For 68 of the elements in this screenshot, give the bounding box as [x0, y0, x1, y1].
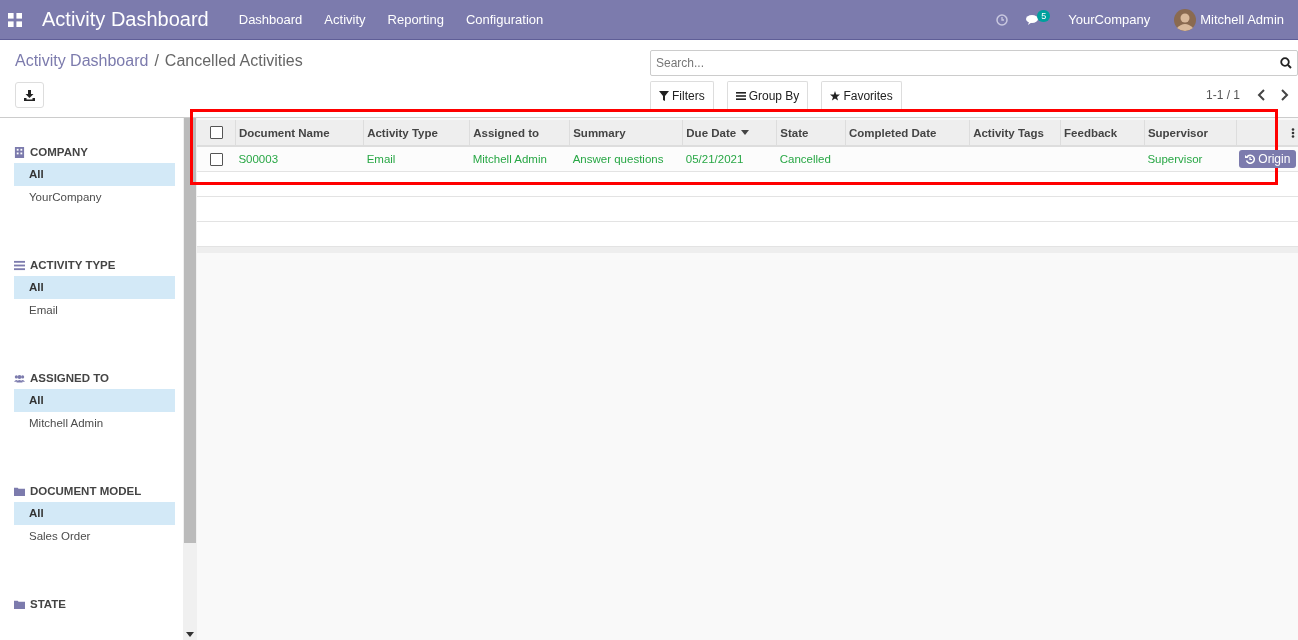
row-checkbox[interactable]	[210, 152, 223, 166]
table-cell: Cancelled	[779, 153, 831, 165]
filter-item[interactable]: All	[14, 502, 175, 525]
scrollbar[interactable]	[183, 118, 197, 640]
filter-item[interactable]: All	[14, 389, 175, 412]
download-icon	[24, 89, 35, 101]
breadcrumb-link[interactable]: Activity Dashboard	[15, 52, 149, 70]
filter-item[interactable]: Sales Order	[14, 525, 175, 548]
column-header[interactable]: Due Date	[682, 120, 777, 146]
column-header[interactable]: Supervisor	[1144, 120, 1237, 146]
search-option-button[interactable]: Group By	[726, 81, 809, 109]
filter-item[interactable]: All	[14, 163, 175, 186]
column-header[interactable]: Completed Date	[845, 120, 970, 146]
filter-item[interactable]: YourCompany	[14, 186, 175, 209]
menu-item[interactable]: Configuration	[465, 12, 544, 27]
breadcrumb-separator: /	[154, 52, 159, 70]
select-all-checkbox[interactable]	[210, 126, 223, 139]
column-header[interactable]: State	[776, 120, 846, 146]
filter-heading: ASSIGNED TO	[30, 372, 110, 384]
building-icon	[14, 146, 25, 158]
filter-item[interactable]: Mitchell Admin	[14, 412, 175, 435]
apps-menu-icon[interactable]	[8, 12, 22, 27]
download-button[interactable]	[15, 82, 44, 108]
sort-caret-icon	[741, 130, 750, 135]
filter-item[interactable]: All	[14, 276, 175, 299]
filter-heading: DOCUMENT MODEL	[30, 485, 142, 497]
column-header[interactable]: Assigned to	[469, 120, 570, 146]
column-header[interactable]: Activity Tags	[969, 120, 1061, 146]
table-cell: Answer questions	[572, 153, 664, 165]
table-cell: S00003	[238, 153, 279, 165]
filter-heading: ACTIVITY TYPE	[30, 259, 116, 271]
search-icon[interactable]	[1280, 57, 1292, 69]
folder-icon	[14, 485, 25, 497]
message-count-badge: 5	[1037, 10, 1051, 22]
chat-icon[interactable]	[1026, 13, 1041, 26]
breadcrumb-current: Cancelled Activities	[164, 52, 303, 70]
app-title: Activity Dashboard	[42, 8, 209, 31]
star-icon	[830, 90, 841, 101]
users-icon	[14, 372, 25, 384]
filter-heading: COMPANY	[30, 146, 88, 158]
menu-item[interactable]: Reporting	[387, 12, 444, 27]
menu-item[interactable]: Dashboard	[238, 12, 303, 27]
folder-icon	[14, 598, 25, 610]
search-option-button[interactable]: Favorites	[821, 81, 902, 109]
column-options-icon[interactable]	[1291, 127, 1295, 138]
table-cell: 05/21/2021	[685, 153, 744, 165]
column-header[interactable]: Summary	[569, 120, 683, 146]
search-option-button[interactable]: Filters	[650, 81, 714, 109]
table-cell: Supervisor	[1147, 153, 1203, 165]
column-header[interactable]: Activity Type	[363, 120, 470, 146]
company-switcher[interactable]: YourCompany	[1068, 12, 1151, 27]
table-cell: Email	[366, 153, 396, 165]
column-header[interactable]: Feedback	[1060, 120, 1145, 146]
filter-icon	[659, 90, 669, 101]
origin-button[interactable]: Origin	[1239, 150, 1297, 168]
scroll-down-arrow-icon[interactable]	[186, 632, 194, 638]
filter-heading: STATE	[30, 598, 66, 610]
pager-value: 1-1 / 1	[1205, 88, 1240, 102]
filter-item[interactable]: Email	[14, 299, 175, 322]
user-menu[interactable]: Mitchell Admin	[1200, 12, 1284, 27]
list-icon	[735, 90, 746, 101]
avatar-icon[interactable]	[1174, 8, 1197, 31]
menu-item[interactable]: Activity	[324, 12, 366, 27]
list-icon	[14, 259, 25, 271]
search-field[interactable]: Search...	[650, 50, 1298, 76]
history-icon	[1245, 154, 1256, 164]
table-cell: Mitchell Admin	[472, 153, 547, 165]
column-header[interactable]: Document Name	[235, 120, 364, 146]
